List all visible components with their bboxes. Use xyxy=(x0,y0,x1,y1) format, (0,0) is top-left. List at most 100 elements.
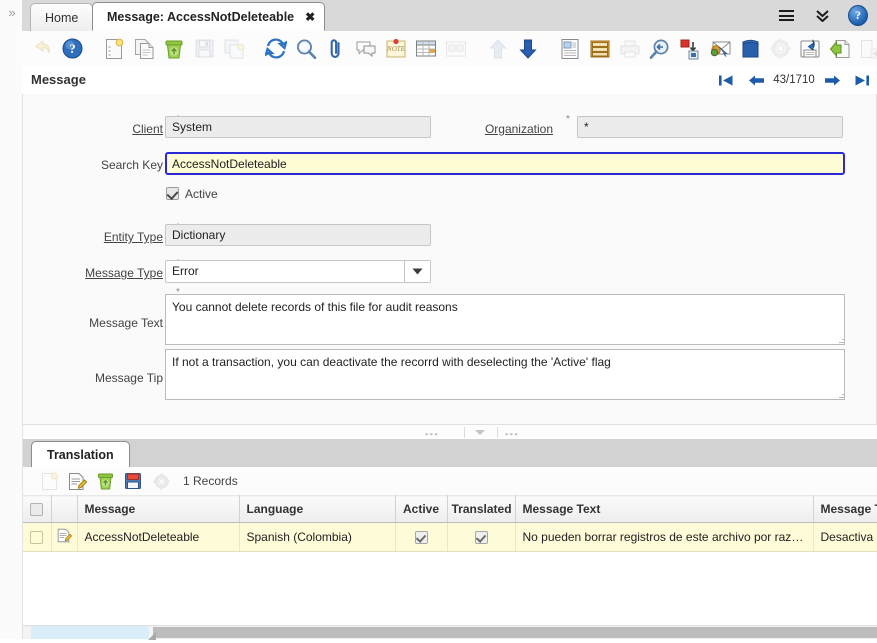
scrollbar-corner xyxy=(31,626,149,639)
cell-message-tip[interactable]: Desactiva el xyxy=(813,523,877,552)
column-header-active[interactable]: Active xyxy=(395,496,447,523)
active-checkbox[interactable] xyxy=(166,187,179,200)
process-icon[interactable] xyxy=(149,470,173,492)
translation-table: Message Language Active Translated Messa… xyxy=(23,495,877,552)
row-action-header xyxy=(51,496,77,523)
left-rail: » xyxy=(0,0,23,639)
select-all-header[interactable] xyxy=(23,496,51,523)
column-header-translated[interactable]: Translated xyxy=(447,496,515,523)
refresh-icon[interactable] xyxy=(262,34,290,64)
double-chevron-down-icon[interactable] xyxy=(812,6,832,26)
window-tabstrip: Home Message: AccessNotDeleteable ✖ ? xyxy=(22,0,877,32)
detail-record-icon[interactable] xyxy=(514,34,542,64)
table-row[interactable]: AccessNotDeleteable Spanish (Colombia) N… xyxy=(23,523,877,552)
save-icon[interactable] xyxy=(190,34,218,64)
export-icon[interactable] xyxy=(796,34,824,64)
column-header-language[interactable]: Language xyxy=(239,496,395,523)
message-form: Client * Organization * Search Key Activ… xyxy=(23,94,877,424)
message-type-combo[interactable]: Error xyxy=(165,260,431,283)
grid-toolbar: 1 Records xyxy=(23,467,877,496)
organization-input[interactable] xyxy=(577,116,843,138)
column-header-message[interactable]: Message xyxy=(77,496,239,523)
import-icon[interactable] xyxy=(826,34,854,64)
scrollbar-thumb[interactable] xyxy=(153,627,877,638)
expand-menu-icon[interactable]: » xyxy=(4,5,20,21)
page-title: Message xyxy=(31,72,86,87)
active-checkbox[interactable] xyxy=(415,531,428,544)
product-info-icon[interactable] xyxy=(736,34,764,64)
note-icon[interactable]: NOTE xyxy=(382,34,410,64)
edit-row-icon xyxy=(57,528,72,543)
parent-record-icon[interactable] xyxy=(484,34,512,64)
tab-message[interactable]: Message: AccessNotDeleteable ✖ xyxy=(92,2,325,31)
grid-toggle-icon[interactable] xyxy=(412,34,440,64)
detail-panel: Translation xyxy=(23,439,877,639)
exit-icon[interactable] xyxy=(856,34,877,64)
column-header-message-tip[interactable]: Message Tip xyxy=(813,496,877,523)
entity-type-input[interactable] xyxy=(165,224,431,246)
entity-type-label: Entity Type xyxy=(73,230,163,244)
search-key-input[interactable] xyxy=(165,152,845,175)
previous-record-button[interactable] xyxy=(741,70,771,90)
tab-translation-label: Translation xyxy=(47,448,114,462)
delete-row-icon[interactable] xyxy=(93,470,117,492)
save-create-new-icon[interactable] xyxy=(220,34,248,64)
translation-grid[interactable]: Message Language Active Translated Messa… xyxy=(23,495,877,639)
svg-text:?: ? xyxy=(69,41,76,56)
splitter-collapse-icon[interactable] xyxy=(475,430,485,435)
cell-message[interactable]: AccessNotDeleteable xyxy=(77,523,239,552)
print-icon[interactable] xyxy=(616,34,644,64)
last-record-button[interactable] xyxy=(847,70,877,90)
cell-message-text[interactable]: No pueden borrar registros de este archi… xyxy=(515,523,813,552)
main-toolbar: ? xyxy=(22,31,877,67)
undo-icon[interactable] xyxy=(28,34,56,64)
delete-record-icon[interactable] xyxy=(160,34,188,64)
zoom-across-icon[interactable] xyxy=(646,34,674,64)
message-tip-textarea[interactable] xyxy=(165,349,845,400)
save-row-icon[interactable] xyxy=(121,470,145,492)
multi-row-icon[interactable] xyxy=(442,34,470,64)
message-text-textarea[interactable] xyxy=(165,294,845,345)
window-header: Message 43/1710 xyxy=(22,66,877,95)
attachment-icon[interactable] xyxy=(322,34,350,64)
new-record-icon[interactable] xyxy=(100,34,128,64)
close-icon[interactable]: ✖ xyxy=(305,11,315,23)
detail-tabstrip: Translation xyxy=(23,439,877,468)
help-icon[interactable]: ? xyxy=(848,6,868,26)
row-select-checkbox[interactable] xyxy=(30,531,43,544)
client-input[interactable] xyxy=(165,116,431,138)
first-record-button[interactable] xyxy=(711,70,741,90)
help-icon[interactable]: ? xyxy=(58,34,86,64)
cell-language[interactable]: Spanish (Colombia) xyxy=(239,523,395,552)
adempiere-window: » Home Message: AccessNotDeleteable ✖ ? xyxy=(0,0,877,639)
report-icon[interactable] xyxy=(556,34,584,64)
scrollbar-grip[interactable] xyxy=(148,629,156,637)
request-icon[interactable] xyxy=(676,34,704,64)
menu-icon[interactable] xyxy=(776,6,796,26)
find-icon[interactable] xyxy=(292,34,320,64)
new-row-icon[interactable] xyxy=(37,470,61,492)
tab-home[interactable]: Home xyxy=(30,3,93,31)
mail-icon[interactable] xyxy=(706,34,734,64)
row-edit-cell[interactable] xyxy=(51,523,77,552)
archive-icon[interactable] xyxy=(586,34,614,64)
column-header-message-text[interactable]: Message Text xyxy=(515,496,813,523)
help-glyph: ? xyxy=(848,5,868,26)
organization-label: Organization xyxy=(443,122,553,136)
row-select-cell[interactable] xyxy=(23,523,51,552)
next-record-button[interactable] xyxy=(817,70,847,90)
table-header-row: Message Language Active Translated Messa… xyxy=(23,496,877,523)
cell-translated[interactable] xyxy=(447,523,515,552)
chat-icon[interactable] xyxy=(352,34,380,64)
edit-row-icon[interactable] xyxy=(65,470,89,492)
select-all-checkbox[interactable] xyxy=(30,503,43,516)
translated-checkbox[interactable] xyxy=(475,531,488,544)
copy-record-icon[interactable] xyxy=(130,34,158,64)
record-counter: 43/1710 xyxy=(771,74,817,86)
chevron-down-icon[interactable] xyxy=(404,261,430,282)
horizontal-scrollbar[interactable] xyxy=(23,625,877,639)
cell-active[interactable] xyxy=(395,523,447,552)
preference-icon[interactable] xyxy=(766,34,794,64)
tab-translation[interactable]: Translation xyxy=(31,441,130,468)
message-text-label: Message Text xyxy=(63,316,163,330)
